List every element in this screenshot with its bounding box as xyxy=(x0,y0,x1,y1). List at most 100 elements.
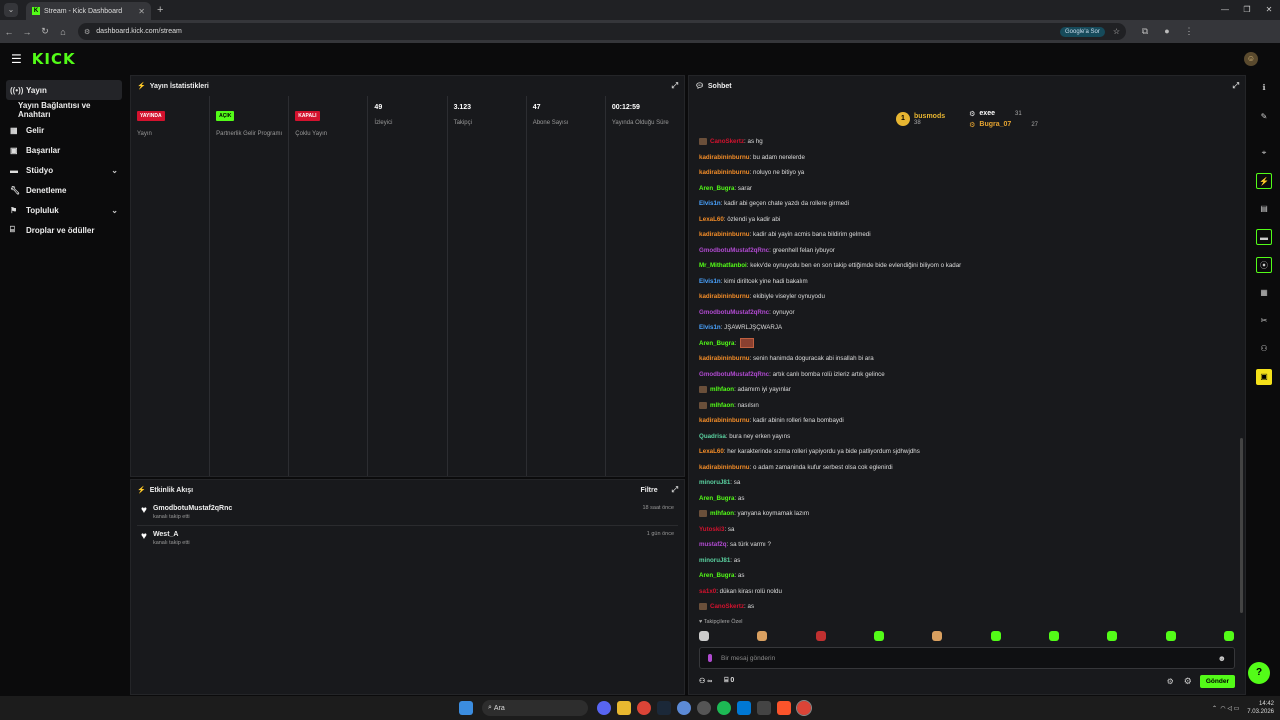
profile-avatar-icon[interactable]: ● xyxy=(1156,26,1178,37)
app-icon[interactable] xyxy=(757,701,771,715)
windows-start-icon[interactable] xyxy=(459,701,473,715)
back-icon[interactable]: ← xyxy=(0,27,18,37)
steam-icon[interactable] xyxy=(657,701,671,715)
address-bar[interactable]: ⚙ dashboard.kick.com/stream Google'a Sor… xyxy=(78,23,1126,40)
chat-username[interactable]: CanoSkertz xyxy=(710,603,744,610)
gift-counter[interactable]: ⌸ 0 xyxy=(724,677,734,685)
chat-username[interactable]: Aren_Bugra xyxy=(699,495,734,502)
chat-username[interactable]: kadirabininburnu xyxy=(699,169,750,176)
edit-icon[interactable]: ✎ xyxy=(1256,109,1272,125)
user-avatar[interactable]: ☺ xyxy=(1244,52,1258,66)
chat-username[interactable]: kadirabininburnu xyxy=(699,293,750,300)
chat-username[interactable]: Yutoski3 xyxy=(699,526,724,533)
microphone-icon[interactable] xyxy=(708,654,712,662)
chat-username[interactable]: Aren_Bugra xyxy=(699,185,734,192)
forward-icon[interactable]: → xyxy=(18,27,36,37)
chat-username[interactable]: GmodbotuMustaf2qRnc xyxy=(699,309,769,316)
maximize-icon[interactable]: ❐ xyxy=(1236,0,1258,20)
chat-username[interactable]: sa1x0 xyxy=(699,588,716,595)
leader-user[interactable]: Bugra_07 xyxy=(979,121,1011,128)
document-icon[interactable]: ▤ xyxy=(1256,201,1272,217)
app-icon[interactable] xyxy=(677,701,691,715)
wifi-icon[interactable]: ◠ xyxy=(1220,705,1225,712)
emote-icon[interactable] xyxy=(1107,631,1118,641)
send-button[interactable]: Gönder xyxy=(1199,674,1235,688)
quick-commands-icon[interactable]: ⚙ xyxy=(1184,676,1192,687)
hamburger-menu-icon[interactable]: ☰ xyxy=(11,52,22,66)
spotify-icon[interactable] xyxy=(717,701,731,715)
wrench-icon[interactable]: ✂ xyxy=(1256,313,1272,329)
emote-icon[interactable] xyxy=(990,631,1001,641)
chat-username[interactable]: mustaf2q xyxy=(699,541,727,548)
bookmark-star-icon[interactable]: ☆ xyxy=(1113,27,1120,36)
leader-user[interactable]: exee xyxy=(979,110,995,117)
reload-icon[interactable]: ↻ xyxy=(36,26,54,37)
leader-user[interactable]: busmods xyxy=(914,113,945,120)
chevron-down-icon[interactable]: ⌄ xyxy=(111,166,118,175)
help-chat-button[interactable]: ? xyxy=(1248,662,1270,684)
chat-username[interactable]: kadirabininburnu xyxy=(699,154,750,161)
sidebar-item-basarilar[interactable]: ▣ Başarılar xyxy=(6,140,122,160)
volume-icon[interactable]: ◁ xyxy=(1227,705,1232,712)
popout-icon[interactable]: ⤢ xyxy=(672,485,678,495)
tab-search-button[interactable]: ⌄ xyxy=(4,3,18,17)
sidebar-item-denetleme[interactable]: 🔧︎ Denetleme xyxy=(6,180,122,200)
app-icon[interactable] xyxy=(697,701,711,715)
sidebar-item-stream-key[interactable]: Yayın Bağlantısı ve Anahtarı xyxy=(6,100,122,120)
kick-logo[interactable]: KICK xyxy=(32,50,76,68)
chat-toggle-icon[interactable]: ▬ xyxy=(1256,229,1272,245)
chat-message-input[interactable]: Bir mesaj gönderin ☻ xyxy=(699,647,1235,669)
chat-scrollbar[interactable] xyxy=(1240,438,1243,613)
chat-username[interactable]: LexaL60 xyxy=(699,448,724,455)
channel-points[interactable]: ⚇ ∞ xyxy=(699,677,712,685)
chevron-up-icon[interactable]: ⌃ xyxy=(1212,705,1217,712)
chat-username[interactable]: Quadrisa xyxy=(699,433,726,440)
chevron-down-icon[interactable]: ⌄ xyxy=(111,206,118,215)
site-info-icon[interactable]: ⚙ xyxy=(84,28,90,36)
chat-username[interactable]: kadirabininburnu xyxy=(699,231,750,238)
popout-icon[interactable]: ⤢ xyxy=(1233,81,1239,91)
chat-username[interactable]: mlhfaon xyxy=(710,386,734,393)
chat-username[interactable]: mlhfaon xyxy=(710,510,734,517)
lightning-toggle-icon[interactable]: ⚡ xyxy=(1256,173,1272,189)
chat-username[interactable]: Mr_Mithatfanboi xyxy=(699,262,747,269)
chat-username[interactable]: kadirabininburnu xyxy=(699,355,750,362)
target-icon[interactable]: ⌖ xyxy=(1256,145,1272,161)
close-tab-icon[interactable]: ✕ xyxy=(138,7,145,16)
browser-tab[interactable]: K Stream - Kick Dashboard ✕ xyxy=(26,2,151,20)
emote-icon[interactable] xyxy=(932,631,943,641)
chat-username[interactable]: mlhfaon xyxy=(710,402,734,409)
chrome-active-icon[interactable] xyxy=(796,700,812,716)
new-tab-button[interactable]: + xyxy=(157,4,163,16)
home-icon[interactable]: ⌂ xyxy=(54,27,72,37)
chat-username[interactable]: Elvis1n xyxy=(699,324,721,331)
sidebar-item-studyo[interactable]: ▬ Stüdyo ⌄ xyxy=(6,160,122,180)
chat-username[interactable]: kadirabininburnu xyxy=(699,464,750,471)
event-user[interactable]: West_A xyxy=(153,531,190,538)
emote-icon[interactable] xyxy=(815,631,826,641)
event-user[interactable]: GmodbotuMustaf2qRnc xyxy=(153,505,232,512)
emote-icon[interactable] xyxy=(1223,631,1234,641)
file-explorer-icon[interactable] xyxy=(617,701,631,715)
info-icon[interactable]: ℹ xyxy=(1256,80,1272,96)
clapper-icon[interactable]: ▣ xyxy=(1256,369,1272,385)
chat-username[interactable]: GmodbotuMustaf2qRnc xyxy=(699,247,769,254)
chat-settings-icon[interactable]: ⚙ xyxy=(1167,677,1174,686)
sidebar-item-gelir[interactable]: ▦ Gelir xyxy=(6,120,122,140)
google-sor-button[interactable]: Google'a Sor xyxy=(1059,26,1105,37)
sidebar-item-droplar[interactable]: ⌸ Droplar ve ödüller xyxy=(6,220,122,240)
minimize-icon[interactable]: — xyxy=(1214,0,1236,20)
taskbar-search[interactable]: ⌕ Ara xyxy=(482,700,588,716)
chrome-icon[interactable] xyxy=(637,701,651,715)
layout-icon[interactable]: ▦ xyxy=(1256,285,1272,301)
extensions-icon[interactable]: ⧉ xyxy=(1134,26,1156,37)
chat-username[interactable]: Aren_Bugra xyxy=(699,340,734,347)
chat-username[interactable]: minoruJ81 xyxy=(699,557,730,564)
chat-username[interactable]: Elvis1n xyxy=(699,200,721,207)
chat-username[interactable]: CanoSkertz xyxy=(710,138,744,145)
emote-icon[interactable] xyxy=(757,631,768,641)
chat-username[interactable]: kadirabininburnu xyxy=(699,417,750,424)
chat-username[interactable]: Elvis1n xyxy=(699,278,721,285)
chat-username[interactable]: GmodbotuMustaf2qRnc xyxy=(699,371,769,378)
battery-icon[interactable]: ▭ xyxy=(1234,705,1240,712)
